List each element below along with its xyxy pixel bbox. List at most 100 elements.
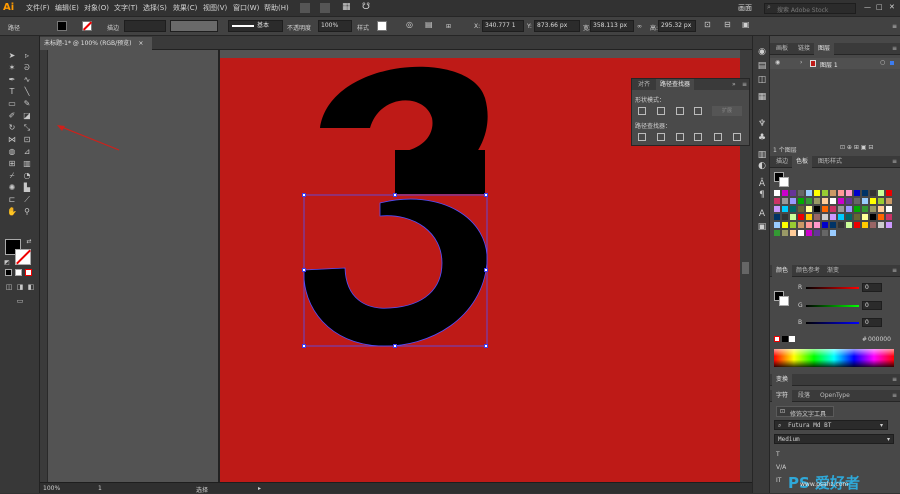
outline-icon[interactable] <box>714 133 722 141</box>
scale-tool-icon[interactable]: ⤡ <box>22 123 32 133</box>
visibility-eye-icon[interactable]: ◉ <box>775 59 780 66</box>
menu-type[interactable]: 文字(T) <box>114 3 138 13</box>
tab-transform[interactable]: 变换 <box>772 374 793 386</box>
free-transform-tool-icon[interactable]: ⊡ <box>22 135 32 145</box>
stroke-weight-field[interactable] <box>124 20 166 32</box>
color-swatch[interactable] <box>870 190 876 196</box>
y-field[interactable]: 873.66 px <box>534 20 580 32</box>
unite-icon[interactable] <box>638 107 646 115</box>
column-graph-tool-icon[interactable]: ▙ <box>22 183 32 193</box>
b-slider[interactable] <box>806 322 859 324</box>
direct-selection-tool-icon[interactable]: ▹ <box>22 51 32 61</box>
maximize-button[interactable]: □ <box>876 3 883 11</box>
b-value[interactable]: 0 <box>862 318 882 327</box>
gpu-icon[interactable]: ☋ <box>362 2 370 12</box>
color-swatch[interactable] <box>822 230 828 236</box>
color-swatch[interactable] <box>790 206 796 212</box>
tab-document[interactable]: 未标题-1* @ 100% (RGB/预览) × <box>40 37 152 50</box>
bbox-handle-tm[interactable] <box>393 193 397 197</box>
crop-icon[interactable] <box>694 133 702 141</box>
color-menu-icon[interactable]: ≡ <box>888 265 900 277</box>
width-field[interactable]: 358.113 px <box>590 20 634 32</box>
reference-point-icon[interactable]: ⊞ <box>446 23 451 30</box>
bbox-handle-ml[interactable] <box>302 268 306 272</box>
zoom-tool-icon[interactable]: ⚲ <box>22 207 32 217</box>
panel-menu-icon[interactable]: ≡ <box>738 79 751 90</box>
color-swatch[interactable] <box>806 230 812 236</box>
color-swatch[interactable] <box>846 222 852 228</box>
puppet-icon[interactable]: ♆ <box>756 118 768 130</box>
draw-inside-icon[interactable]: ◧ <box>26 282 36 292</box>
blend-tool-icon[interactable]: ◔ <box>22 171 32 181</box>
color-swatch[interactable] <box>822 190 828 196</box>
color-swatch[interactable] <box>782 230 788 236</box>
tab-color[interactable]: 颜色 <box>772 265 793 277</box>
symbol-sprayer-tool-icon[interactable]: ✺ <box>7 183 17 193</box>
color-swatch[interactable] <box>886 222 892 228</box>
width-tool-icon[interactable]: ⋈ <box>7 135 17 145</box>
color-swatch[interactable] <box>862 190 868 196</box>
opacity-field[interactable]: 100% <box>318 20 352 32</box>
fill-swatch[interactable] <box>57 21 67 31</box>
stroke-swatch[interactable] <box>82 21 93 31</box>
perspective-grid-tool-icon[interactable]: ⊿ <box>22 147 32 157</box>
tab-close-icon[interactable]: × <box>138 40 143 47</box>
color-swatch[interactable] <box>822 214 828 220</box>
color-swatch[interactable] <box>814 206 820 212</box>
hand-tool-icon[interactable]: ✋ <box>7 207 17 217</box>
color-swatch[interactable] <box>782 190 788 196</box>
r-value[interactable]: 0 <box>862 283 882 292</box>
color-swatch[interactable] <box>878 222 884 228</box>
intersect-icon[interactable] <box>676 107 684 115</box>
swatches-menu-icon[interactable]: ≡ <box>888 156 900 168</box>
layer-name[interactable]: 图层 1 <box>820 60 838 69</box>
color-swatch[interactable] <box>774 198 780 204</box>
color-swatch[interactable] <box>806 198 812 204</box>
image-trace-icon[interactable]: ▣ <box>756 221 768 233</box>
x-field[interactable]: 340.777 1 <box>482 20 524 32</box>
bbox-handle-br[interactable] <box>484 344 488 348</box>
color-swatch[interactable] <box>814 230 820 236</box>
menu-view[interactable]: 视图(V) <box>203 3 227 13</box>
lasso-tool-icon[interactable]: ᘐ <box>22 63 32 73</box>
minimize-button[interactable]: — <box>864 3 871 11</box>
color-swatch[interactable] <box>878 214 884 220</box>
height-field[interactable]: 295.32 px <box>658 20 696 32</box>
scrollbar-thumb[interactable] <box>742 262 749 274</box>
color-mode-icon[interactable] <box>5 269 12 276</box>
transform-menu-icon[interactable]: ≡ <box>888 374 900 386</box>
swatch-stroke[interactable] <box>779 177 789 187</box>
search-stock-input[interactable]: ⌕ 搜索 Adobe Stock <box>764 3 856 14</box>
color-white-chip[interactable] <box>789 336 795 342</box>
color-swatch[interactable] <box>822 222 828 228</box>
line-tool-icon[interactable]: ╲ <box>22 87 32 97</box>
layer-row[interactable]: ◉ › 图层 1 ○ <box>770 58 900 69</box>
menu-edit[interactable]: 编辑(E) <box>55 3 79 13</box>
color-swatch[interactable] <box>806 206 812 212</box>
color-spectrum[interactable] <box>774 349 894 367</box>
color-swatch[interactable] <box>774 214 780 220</box>
exclude-icon[interactable] <box>694 107 702 115</box>
color-swatch[interactable] <box>862 222 868 228</box>
color-swatch[interactable] <box>854 222 860 228</box>
tab-character[interactable]: 字符 <box>772 390 793 402</box>
color-swatch[interactable] <box>854 190 860 196</box>
bridge-icon[interactable] <box>300 3 310 13</box>
layer-actions-icons[interactable]: ⊡ ⊕ ⊞ ▣ ⊟ <box>840 144 873 151</box>
color-swatch[interactable] <box>838 190 844 196</box>
close-window-button[interactable]: ✕ <box>889 3 895 11</box>
transparency-icon[interactable]: ◐ <box>756 160 768 172</box>
color-swatch[interactable] <box>830 198 836 204</box>
properties-icon[interactable]: ◉ <box>756 46 768 58</box>
color-swatch[interactable] <box>790 222 796 228</box>
paintbrush-tool-icon[interactable]: ✎ <box>22 99 32 109</box>
color-swatch[interactable] <box>830 222 836 228</box>
swatch-grid[interactable] <box>774 190 894 238</box>
merge-icon[interactable] <box>676 133 684 141</box>
color-swatch[interactable] <box>886 206 892 212</box>
color-swatch[interactable] <box>790 230 796 236</box>
menu-file[interactable]: 文件(F) <box>26 3 50 13</box>
tab-opentype[interactable]: OpenType <box>816 390 854 402</box>
artboard-tool-icon[interactable]: ⊏ <box>7 195 17 205</box>
asset-icon[interactable]: ◫ <box>756 74 768 86</box>
